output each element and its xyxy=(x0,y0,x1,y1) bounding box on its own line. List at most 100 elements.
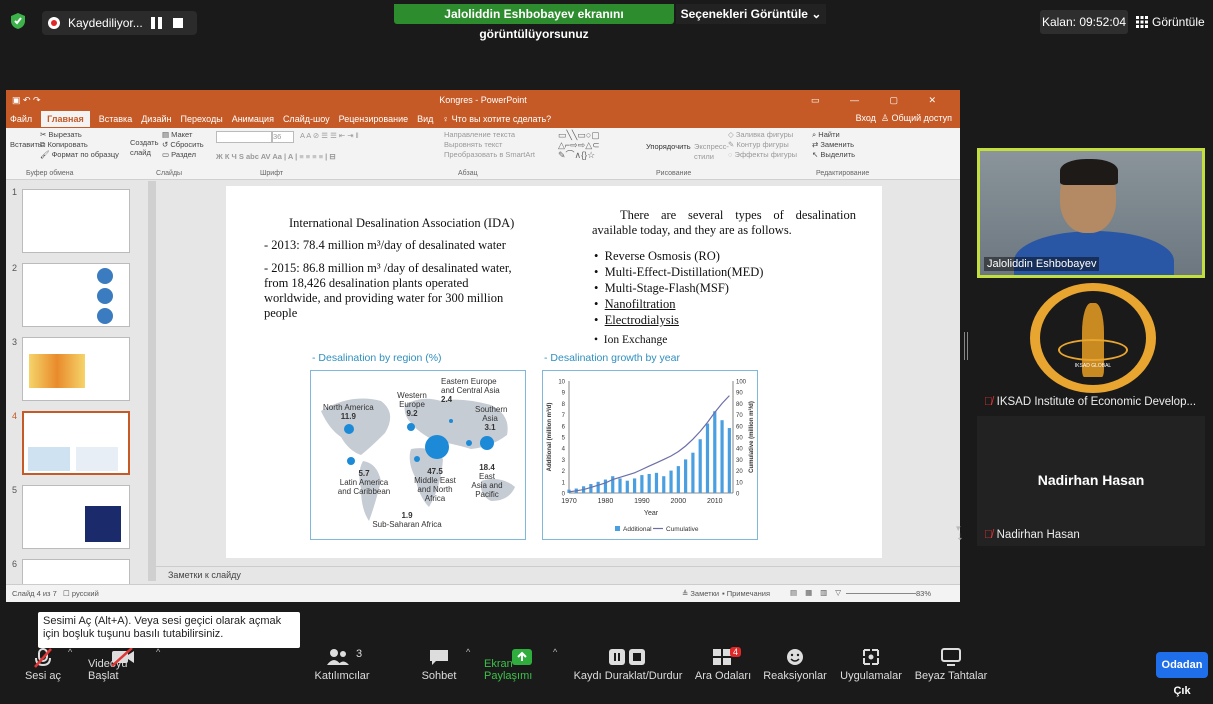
smartart-button[interactable]: Преобразовать в SmartArt xyxy=(444,150,535,160)
region-value: 3.1 xyxy=(484,423,496,432)
font-size-buttons[interactable]: A A ⊘ ☰ ☰ ⇤ ⇥ ‖ xyxy=(300,131,359,141)
font-family-select[interactable] xyxy=(216,131,272,143)
video-options-caret[interactable]: ^ xyxy=(156,647,160,657)
panel-resize-handle[interactable] xyxy=(964,332,968,360)
shape-outline-button[interactable]: ✎ Контур фигуры xyxy=(728,140,797,150)
select-button[interactable]: ↖ Выделить xyxy=(812,150,855,160)
view-options-button[interactable]: Seçenekleri Görüntüle ⌄ xyxy=(676,4,826,24)
chat-options-caret[interactable]: ^ xyxy=(466,647,470,657)
tell-me-search[interactable]: ♀ Что вы хотите сделать? xyxy=(442,114,551,124)
view-button[interactable]: Görüntüle xyxy=(1136,10,1208,34)
tab-transitions[interactable]: Переходы xyxy=(180,114,222,124)
apps-button[interactable]: Uygulamalar xyxy=(836,645,906,686)
editing-group: ⌕ Найти ⇄ Заменить ↖ Выделить xyxy=(812,130,855,160)
unmute-button[interactable]: Sesi aç xyxy=(20,645,66,686)
format-painter-button[interactable]: 🖌 Формат по образцу xyxy=(40,150,119,160)
reactions-button[interactable]: Reaksiyonlar xyxy=(762,645,828,686)
layout-button[interactable]: ▤ Макет xyxy=(162,130,204,140)
bullet-text: Electrodialysis xyxy=(604,313,679,327)
tab-insert[interactable]: Вставка xyxy=(99,114,132,124)
find-button[interactable]: ⌕ Найти xyxy=(812,130,855,140)
chevron-down-icon: ⌄ xyxy=(811,7,822,21)
whiteboard-label: Beyaz Tahtalar xyxy=(914,670,988,682)
notes-toggle-label: Заметки xyxy=(690,589,720,598)
copy-button[interactable]: ⧉ Копировать xyxy=(40,140,119,150)
bubble-latin-america xyxy=(347,457,355,465)
shape-effects-button[interactable]: ◌ Эффекты фигуры xyxy=(728,150,797,160)
new-slide-button[interactable]: Создать слайд xyxy=(130,138,159,158)
reset-button[interactable]: ↺ Сбросить xyxy=(162,140,204,150)
y-tick-label: 4 xyxy=(562,447,566,453)
x-tick-label: 1980 xyxy=(598,498,614,505)
comments-toggle[interactable]: ▪ Примечания xyxy=(722,589,770,598)
tab-file[interactable]: Файл xyxy=(10,114,32,124)
cut-button[interactable]: ✂ Вырезать xyxy=(40,130,119,140)
section-button[interactable]: ▭ Раздел xyxy=(162,150,204,160)
slide-thumbnail[interactable] xyxy=(22,189,130,253)
shape-fill-button[interactable]: ◇ Заливка фигуры xyxy=(728,130,797,140)
tab-slideshow[interactable]: Слайд-шоу xyxy=(283,114,330,124)
pause-stop-recording-button[interactable]: Kaydı Duraklat/Durdur xyxy=(570,645,686,686)
apps-icon xyxy=(863,649,879,665)
chat-bubble-icon xyxy=(430,650,448,665)
y2-tick-label: 20 xyxy=(736,469,743,475)
font-style-buttons[interactable]: Ж К Ч S abc AV Aa | A | ≡ ≡ ≡ ≡ | ⊟ xyxy=(216,152,336,162)
save-icon[interactable]: ▣ ↶ ↷ xyxy=(12,90,41,110)
share-screen-button[interactable]: Ekran Paylaşımı xyxy=(484,645,560,686)
stop-recording-icon[interactable] xyxy=(172,18,183,28)
ida-2015-text: - 2015: 86.8 million m³ /day of desalina… xyxy=(264,261,512,320)
desalination-types-list: • Reverse Osmosis (RO) • Multi-Effect-Di… xyxy=(594,248,763,348)
y2-tick-label: 80 xyxy=(736,402,743,408)
account-area[interactable]: Вход ♙ Общий доступ xyxy=(856,113,952,124)
panel-scroll-arrows[interactable]: ▾ ⇣ xyxy=(956,524,964,542)
pause-stop-icon xyxy=(609,649,645,665)
shapes-gallery[interactable]: ▭╲╲▭○▢ △⌐⇨⇨△⊂ ✎⌒∧{}☆ xyxy=(558,130,600,160)
paste-button[interactable]: Вставить xyxy=(10,140,42,150)
pause-recording-icon[interactable] xyxy=(150,17,165,29)
bar-additional xyxy=(640,475,644,493)
thumb-number: 1 xyxy=(12,187,18,197)
share-options-caret[interactable]: ^ xyxy=(553,647,557,657)
arrange-button[interactable]: Упорядочить xyxy=(646,142,691,152)
bullet-item: • Electrodialysis xyxy=(594,313,679,327)
tab-review[interactable]: Рецензирование xyxy=(339,114,409,124)
slide-thumbnail[interactable] xyxy=(22,337,130,401)
participants-button[interactable]: 3 Katılımcılar xyxy=(310,645,374,686)
bullet-item: • Multi-Stage-Flash(MSF) xyxy=(594,281,729,295)
slide-thumbnail[interactable] xyxy=(22,485,130,549)
leave-meeting-button[interactable]: Odadan Çık xyxy=(1156,652,1208,697)
slide-thumbnail[interactable] xyxy=(22,263,130,327)
language-indicator[interactable]: русский xyxy=(72,589,99,598)
window-controls[interactable]: ▭ — ▢ ✕ xyxy=(811,90,950,110)
tab-view[interactable]: Вид xyxy=(417,114,433,124)
tab-home[interactable]: Главная xyxy=(41,111,90,127)
audio-options-caret[interactable]: ^ xyxy=(68,647,72,657)
zoom-level[interactable]: 83% xyxy=(916,589,931,598)
slide-notes-bar[interactable]: Заметки к слайду xyxy=(156,566,960,582)
record-dot-icon xyxy=(48,17,60,29)
region-value: 11.9 xyxy=(340,412,356,421)
tab-design[interactable]: Дизайн xyxy=(141,114,171,124)
speaker-video-tile[interactable]: Jaloliddin Eshbobayev xyxy=(977,148,1205,278)
whiteboard-button[interactable]: Beyaz Tahtalar xyxy=(910,645,992,686)
slide-thumbnail-selected[interactable] xyxy=(22,411,130,475)
shape-outline-label: Контур фигуры xyxy=(736,140,789,149)
tab-animations[interactable]: Анимация xyxy=(232,114,274,124)
zoom-slider[interactable] xyxy=(846,593,916,594)
replace-button[interactable]: ⇄ Заменить xyxy=(812,140,855,150)
security-shield-icon[interactable] xyxy=(8,10,28,32)
font-size-select[interactable]: 36 xyxy=(272,131,294,143)
notes-toggle[interactable]: ≜ Заметки xyxy=(682,589,719,598)
region-value: 9.2 xyxy=(406,409,418,418)
align-text-button[interactable]: Выровнять текст xyxy=(444,140,535,150)
slide-scrollbar[interactable] xyxy=(950,182,958,542)
quick-styles-button[interactable]: Экспресс-стили xyxy=(694,142,729,162)
start-video-button[interactable]: Videoyu Başlat xyxy=(88,645,158,686)
region-name: East Asia and Pacific xyxy=(471,472,503,499)
breakout-rooms-button[interactable]: 4 Ara Odaları xyxy=(692,645,754,686)
chat-button[interactable]: Sohbet xyxy=(414,645,464,686)
thumbnail-scrollbar[interactable] xyxy=(148,181,156,581)
text-direction-button[interactable]: Направление текста xyxy=(444,130,535,140)
view-mode-buttons[interactable]: ▤▦▥▽ xyxy=(790,588,849,597)
spellcheck-icon[interactable]: ☐ xyxy=(63,589,70,598)
